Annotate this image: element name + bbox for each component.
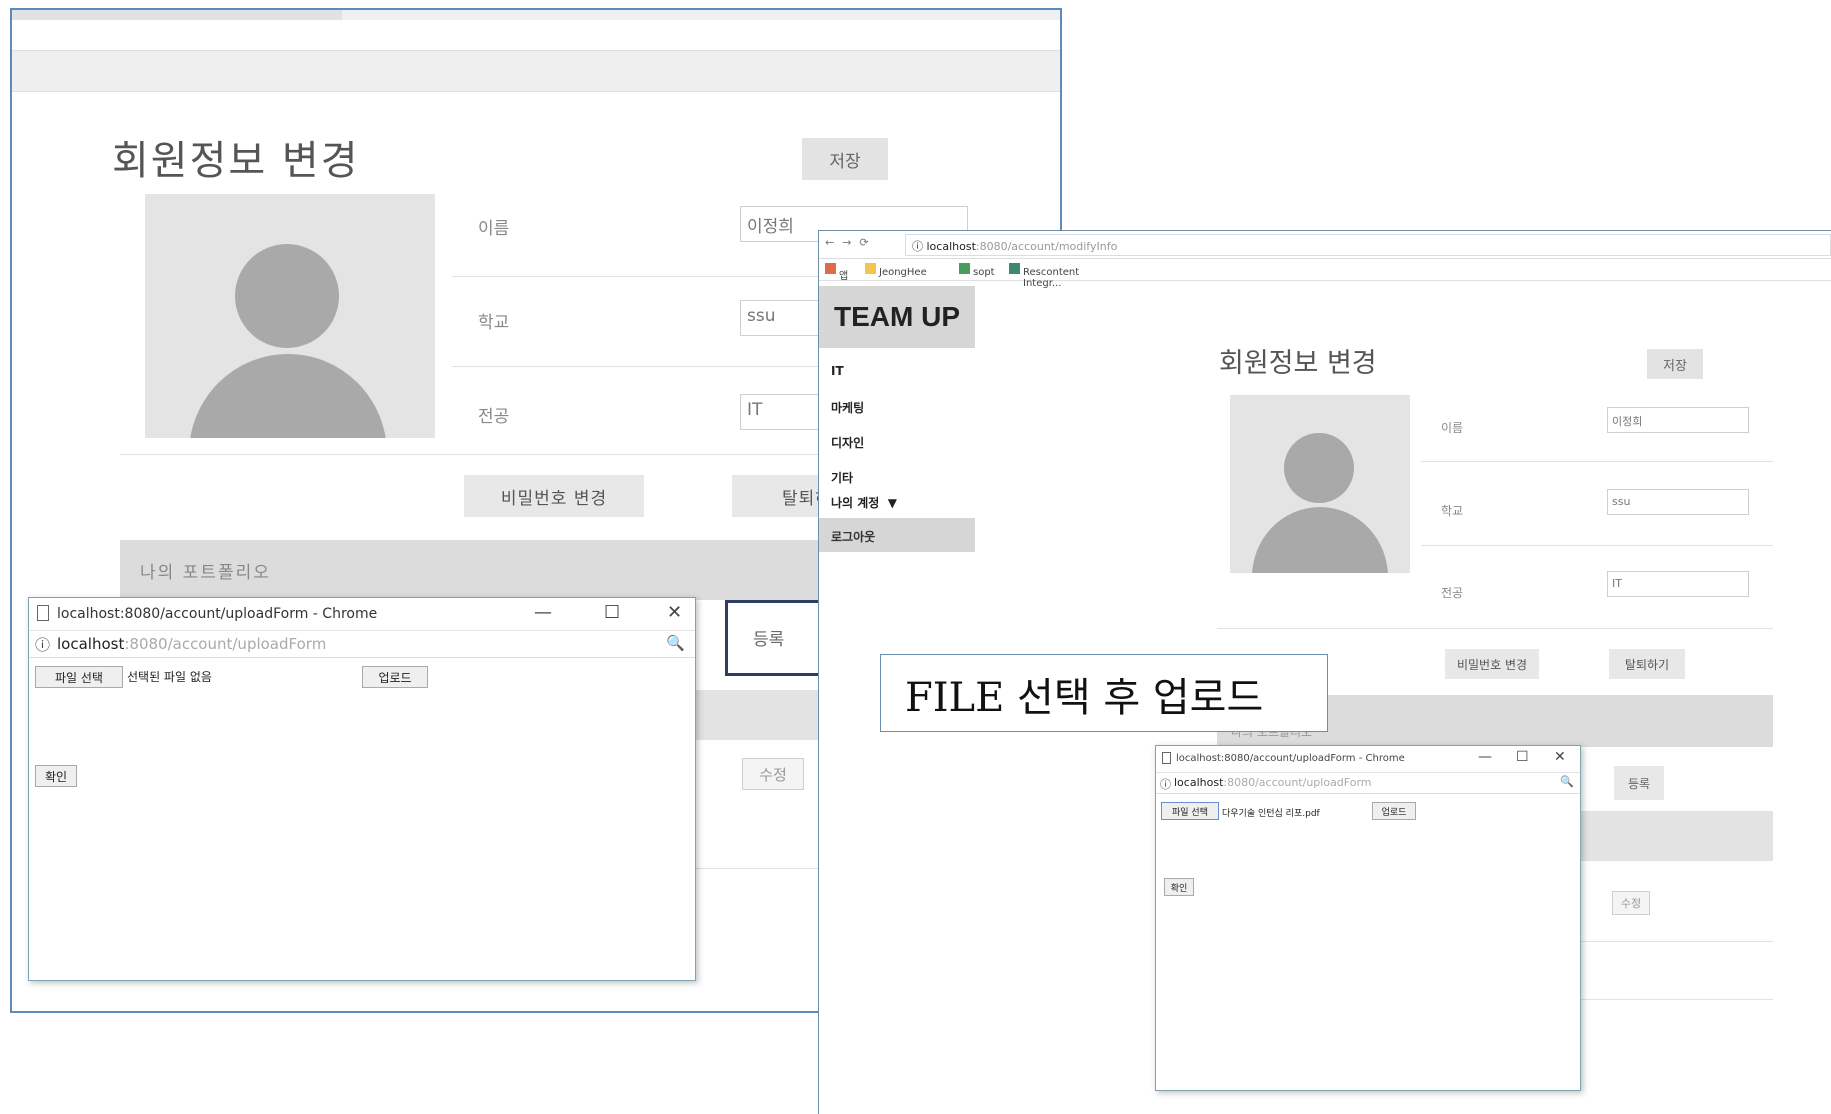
bookmark-sopt[interactable]: sopt [973, 267, 995, 278]
info-icon[interactable]: ⓘ [1160, 776, 1171, 792]
edit-button[interactable]: 수정 [1612, 891, 1650, 915]
bookmarks-bar: 앱 JeongHee sopt Rescontent Integr... [819, 259, 1831, 289]
save-button[interactable]: 저장 [1647, 349, 1703, 379]
popup-title: localhost:8080/account/uploadForm - Chro… [1176, 753, 1405, 764]
popup-url-bar[interactable]: ⓘ localhost:8080/account/uploadForm 🔍 [29, 630, 695, 658]
url-host: localhost [926, 240, 976, 253]
info-icon[interactable]: ⓘ [35, 634, 50, 655]
school-label: 학교 [1441, 504, 1464, 518]
portfolio-bar [1559, 811, 1773, 861]
menu-item-etc[interactable]: 기타 [831, 469, 853, 486]
annotation-label: FILE 선택 후 업로드 [880, 654, 1328, 732]
maximize-icon[interactable]: ☐ [1516, 749, 1529, 765]
url-path: :8080/account/uploadForm [124, 635, 327, 653]
choose-file-button[interactable]: 파일 선택 [35, 666, 123, 688]
page-icon [1162, 752, 1171, 764]
popup-url-bar[interactable]: ⓘ localhost:8080/account/uploadForm 🔍 [1156, 772, 1580, 794]
apps-icon [825, 263, 836, 274]
register-button[interactable]: 등록 [1614, 766, 1664, 800]
major-label: 전공 [478, 407, 510, 427]
url-host: localhost [57, 635, 125, 653]
divider [1217, 628, 1773, 629]
upload-button[interactable]: 업로드 [362, 666, 428, 688]
file-status-text: 선택된 파일 없음 [127, 670, 212, 684]
bookmark-rescontent[interactable]: Rescontent Integr... [1023, 267, 1079, 289]
navbar [12, 50, 1060, 92]
drive-icon [959, 263, 970, 274]
page-title: 회원정보 변경 [112, 138, 360, 184]
avatar [1230, 395, 1410, 573]
register-highlight: 등록 [725, 600, 830, 676]
major-input[interactable]: IT [1607, 571, 1749, 597]
url-path: :8080/account/uploadForm [1223, 776, 1372, 789]
upload-popup-window: localhost:8080/account/uploadForm - Chro… [28, 597, 696, 981]
divider [1421, 545, 1773, 546]
name-label: 이름 [1441, 421, 1464, 435]
confirm-button[interactable]: 확인 [1164, 878, 1194, 896]
menu-item-it[interactable]: IT [831, 364, 844, 378]
avatar-head-icon [235, 244, 339, 348]
logout-button[interactable]: 로그아웃 [819, 518, 975, 552]
register-button[interactable]: 등록 [753, 625, 784, 650]
major-label: 전공 [1441, 586, 1464, 600]
popup-titlebar: localhost:8080/account/uploadForm - Chro… [29, 598, 695, 630]
upload-button[interactable]: 업로드 [1372, 802, 1416, 820]
popup-body: 파일 선택 선택된 파일 없음 업로드 확인 [29, 658, 695, 978]
avatar-body-icon [189, 354, 387, 438]
zoom-icon[interactable]: 🔍 [666, 634, 685, 652]
url-host: localhost [1174, 776, 1224, 789]
withdraw-button[interactable]: 탈퇴하기 [1609, 649, 1685, 679]
school-input[interactable]: ssu [1607, 489, 1749, 515]
url-path: :8080/account/modifyInfo [975, 240, 1118, 253]
name-input[interactable]: 이정희 [1607, 407, 1749, 433]
popup-body: 파일 선택 다우기술 인턴십 리포.pdf 업로드 확인 [1156, 794, 1580, 1084]
avatar-body-icon [1252, 507, 1388, 573]
divider [1421, 461, 1773, 462]
school-label: 학교 [478, 313, 510, 333]
zoom-icon[interactable]: 🔍 [1560, 775, 1574, 788]
menu-item-marketing[interactable]: 마케팅 [831, 399, 864, 416]
avatar [145, 194, 435, 438]
choose-file-button[interactable]: 파일 선택 [1161, 802, 1219, 820]
upload-popup-window: localhost:8080/account/uploadForm - Chro… [1155, 745, 1581, 1091]
logo[interactable]: TEAM UP [819, 286, 975, 348]
bookmark-jeonghee[interactable]: JeongHee [879, 267, 927, 278]
change-password-button[interactable]: 비밀번호 변경 [1445, 649, 1539, 679]
close-icon[interactable]: ✕ [1554, 749, 1566, 765]
close-icon[interactable]: ✕ [667, 602, 682, 623]
page-title: 회원정보 변경 [1219, 348, 1377, 379]
browser-tab[interactable] [12, 10, 342, 20]
nav-buttons[interactable]: ←→⟳ [825, 236, 877, 249]
menu-item-design[interactable]: 디자인 [831, 434, 864, 451]
bookmark-apps[interactable]: 앱 [839, 267, 848, 282]
page-icon [37, 605, 49, 621]
minimize-icon[interactable]: — [1478, 749, 1492, 765]
edit-button[interactable]: 수정 [742, 758, 804, 790]
address-bar[interactable]: ⓘ localhost:8080/account/modifyInfo [905, 234, 1831, 256]
minimize-icon[interactable]: — [534, 602, 552, 623]
file-status-text: 다우기술 인턴십 리포.pdf [1222, 809, 1320, 819]
name-label: 이름 [478, 219, 510, 239]
popup-title: localhost:8080/account/uploadForm - Chro… [57, 606, 378, 622]
confirm-button[interactable]: 확인 [35, 765, 77, 787]
folder-icon [865, 263, 876, 274]
avatar-head-icon [1284, 433, 1354, 503]
page-icon [1009, 263, 1020, 274]
browser-toolbar: ←→⟳ ⓘ localhost:8080/account/modifyInfo [819, 231, 1831, 259]
menu-item-my-account[interactable]: 나의 계정 ▼ [831, 494, 897, 511]
change-password-button[interactable]: 비밀번호 변경 [464, 475, 644, 517]
save-button[interactable]: 저장 [802, 138, 888, 180]
popup-titlebar: localhost:8080/account/uploadForm - Chro… [1156, 746, 1580, 772]
browser-tab-strip [12, 10, 1060, 20]
maximize-icon[interactable]: ☐ [604, 602, 620, 623]
